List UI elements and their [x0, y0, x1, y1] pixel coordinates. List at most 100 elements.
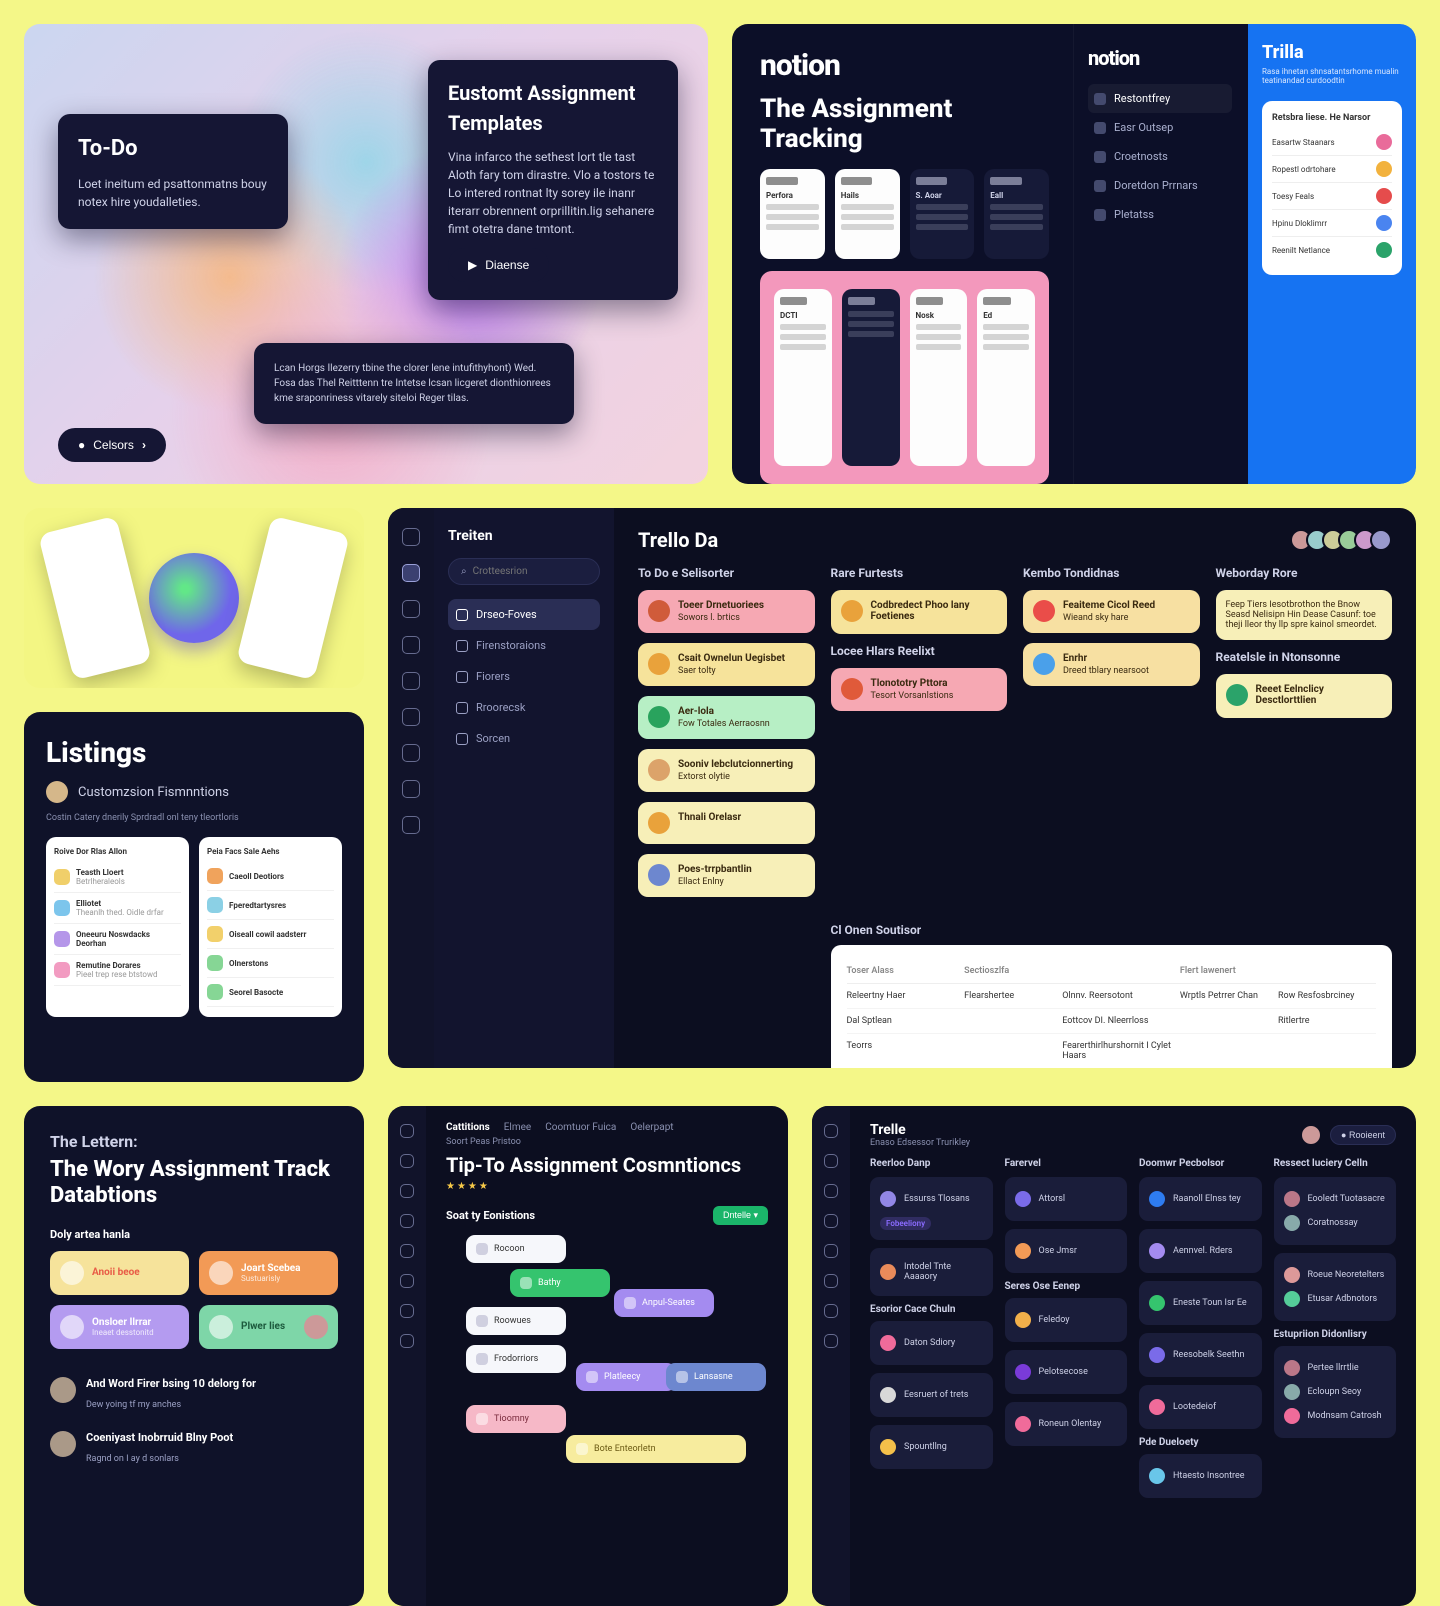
kanban-card[interactable]: Csait Ownelun UegisbetSaer tolty: [638, 643, 815, 686]
new-button[interactable]: ● Rooieent: [1330, 1125, 1396, 1145]
avatar[interactable]: [1370, 529, 1392, 551]
list-item[interactable]: ElliotetTheanlh thed. Oidle drfar: [54, 893, 181, 924]
flow-node[interactable]: Tioomny: [466, 1405, 566, 1433]
tipto-action-button[interactable]: Dntelle ▾: [713, 1206, 768, 1225]
list-item[interactable]: Seorel Basocte: [207, 978, 334, 1007]
assign-card[interactable]: Thnali Orelasr: [638, 802, 815, 844]
rail-icon[interactable]: [400, 1304, 414, 1318]
sidebar-item[interactable]: Doretdon Prrnars: [1088, 171, 1232, 200]
flow-node[interactable]: Anpul-Seates: [614, 1289, 714, 1317]
rail-icon[interactable]: [402, 708, 420, 726]
category-tile[interactable]: Anoii beoe: [50, 1251, 189, 1295]
sidebar-item[interactable]: Pletatss: [1088, 200, 1232, 229]
tracker-card[interactable]: Eooledt TuotasacreCoratnossay: [1274, 1177, 1397, 1245]
flow-node[interactable]: Frodorriors: [466, 1345, 566, 1373]
tracker-card[interactable]: Eesruert of trets: [870, 1373, 993, 1417]
tracker-card[interactable]: Raanoll Elnss tey: [1139, 1177, 1262, 1221]
tracker-card[interactable]: Feledoy: [1005, 1298, 1128, 1342]
rail-icon[interactable]: [824, 1334, 838, 1348]
peek-row[interactable]: Ropestl odrtohare: [1272, 156, 1392, 183]
flow-node[interactable]: Lansasne: [666, 1363, 766, 1391]
rail-icon[interactable]: [824, 1184, 838, 1198]
rail-icon[interactable]: [400, 1334, 414, 1348]
sidebar-item[interactable]: Croetnosts: [1088, 142, 1232, 171]
flow-node[interactable]: Roowues: [466, 1307, 566, 1335]
assignment-more-button[interactable]: ▶ Diaense: [448, 248, 549, 282]
tab[interactable]: Coomtuor Fuica: [545, 1122, 616, 1133]
tracker-card[interactable]: Pertee llrrtlieEcloupn SeoyModnsam Catro…: [1274, 1346, 1397, 1438]
tracker-card[interactable]: Spountllng: [870, 1425, 993, 1469]
avatar-stack[interactable]: [1290, 529, 1392, 551]
category-tile[interactable]: Plwer Iies: [199, 1305, 338, 1349]
rail-icon[interactable]: [400, 1184, 414, 1198]
tracker-card[interactable]: Aennvel. Rders: [1139, 1229, 1262, 1273]
rail-icon[interactable]: [402, 672, 420, 690]
list-item[interactable]: Olnerstons: [207, 949, 334, 978]
rail-icon[interactable]: [824, 1214, 838, 1228]
assign-card[interactable]: Poes-trrpbantlinEllact Enlny: [638, 854, 815, 897]
search-input-wrapper[interactable]: ⌕: [448, 558, 600, 585]
rail-icon[interactable]: [824, 1244, 838, 1258]
tracker-card[interactable]: Eneste Toun Isr Ee: [1139, 1281, 1262, 1325]
nav-item[interactable]: Sorcen: [448, 723, 600, 754]
rail-icon[interactable]: [824, 1124, 838, 1138]
peek-row[interactable]: Hpinu Dloklimrr: [1272, 210, 1392, 237]
kanban-card[interactable]: Reeet Eelnclicy Desctlorttlien: [1216, 674, 1393, 718]
tracker-card[interactable]: Attorsl: [1005, 1177, 1128, 1221]
list-item[interactable]: Teasth LloertBetrlheraleols: [54, 862, 181, 893]
tracker-card[interactable]: Ose Jmsr: [1005, 1229, 1128, 1273]
flow-node[interactable]: Rocoon: [466, 1235, 566, 1263]
category-tile[interactable]: Joart ScebeaSustuarisly: [199, 1251, 338, 1295]
flow-node[interactable]: Bathy: [510, 1269, 610, 1297]
list-item[interactable]: Oneeuru Noswdacks Deorhan: [54, 924, 181, 955]
nav-item[interactable]: Drseo-Foves: [448, 599, 600, 630]
assign-card[interactable]: Sooniv lebclutcionnertingExtorst olytie: [638, 749, 815, 792]
rail-icon[interactable]: [402, 816, 420, 834]
kanban-card[interactable]: Tlonototry PttoraTesort Vorsanlstions: [831, 668, 1008, 711]
rail-icon[interactable]: [400, 1154, 414, 1168]
rail-icon[interactable]: [402, 780, 420, 798]
list-item[interactable]: Fperedtartysres: [207, 891, 334, 920]
kanban-card[interactable]: Feep Tiers Iesotbrothon the Bnow Seasd N…: [1216, 590, 1393, 640]
rail-icon[interactable]: [402, 744, 420, 762]
tracker-card[interactable]: Htaesto Insontree: [1139, 1454, 1262, 1498]
tracker-card[interactable]: Reesobelk Seethn: [1139, 1333, 1262, 1377]
list-item[interactable]: Caeoll Deotiors: [207, 862, 334, 891]
tracker-card[interactable]: Intodel Tnte Aaaaory: [870, 1248, 993, 1296]
rail-icon[interactable]: [400, 1274, 414, 1288]
nav-item[interactable]: Rroorecsk: [448, 692, 600, 723]
tracker-card[interactable]: Pelotsecose: [1005, 1350, 1128, 1394]
avatar[interactable]: [1300, 1124, 1322, 1146]
sidebar-item[interactable]: Easr Outsep: [1088, 113, 1232, 142]
rail-icon[interactable]: [402, 636, 420, 654]
tracker-card[interactable]: Roeue NeoreteltersEtusar Adbnotors: [1274, 1253, 1397, 1321]
tracker-card[interactable]: Lootedeiof: [1139, 1385, 1262, 1429]
tracker-card[interactable]: Roneun Olentay: [1005, 1402, 1128, 1446]
tracker-card[interactable]: Daton Sdiory: [870, 1321, 993, 1365]
tab[interactable]: Elmee: [504, 1122, 532, 1133]
kanban-card[interactable]: Feaiteme Cicol ReedWieand sky hare: [1023, 590, 1200, 633]
flow-node[interactable]: Bote Enteorletn: [566, 1435, 746, 1463]
category-tile[interactable]: Onsloer IlrrarIneaet desstonitd: [50, 1305, 189, 1349]
rail-icon[interactable]: [824, 1274, 838, 1288]
search-input[interactable]: [473, 566, 606, 577]
tab[interactable]: Oelerpapt: [630, 1122, 673, 1133]
kanban-card[interactable]: Toeer DrnetuorieesSowors l. brtics: [638, 590, 815, 633]
nav-item[interactable]: Fiorers: [448, 661, 600, 692]
rail-icon[interactable]: [400, 1244, 414, 1258]
rail-icon[interactable]: [402, 600, 420, 618]
rail-icon[interactable]: [824, 1154, 838, 1168]
peek-row[interactable]: Reenilt Netlance: [1272, 237, 1392, 263]
kanban-card[interactable]: Codbredect Phoo lany Foetienes: [831, 590, 1008, 634]
flow-canvas[interactable]: Rocoon BathyAnpul-Seates Roowues Frodorrior…: [446, 1235, 768, 1535]
kanban-card[interactable]: EnrhrDreed tblary nearsoot: [1023, 643, 1200, 686]
rail-icon[interactable]: [402, 564, 420, 582]
list-item[interactable]: Oiseall cowil aadsterr: [207, 920, 334, 949]
rail-icon[interactable]: [400, 1214, 414, 1228]
rail-icon[interactable]: [400, 1124, 414, 1138]
flow-node[interactable]: Platleecy: [576, 1363, 676, 1391]
rail-icon[interactable]: [824, 1304, 838, 1318]
list-item[interactable]: Remutine DoraresPieel trep rese btstowd: [54, 955, 181, 986]
peek-row[interactable]: Easartw Staanars: [1272, 129, 1392, 156]
nav-item[interactable]: Firenstoraions: [448, 630, 600, 661]
